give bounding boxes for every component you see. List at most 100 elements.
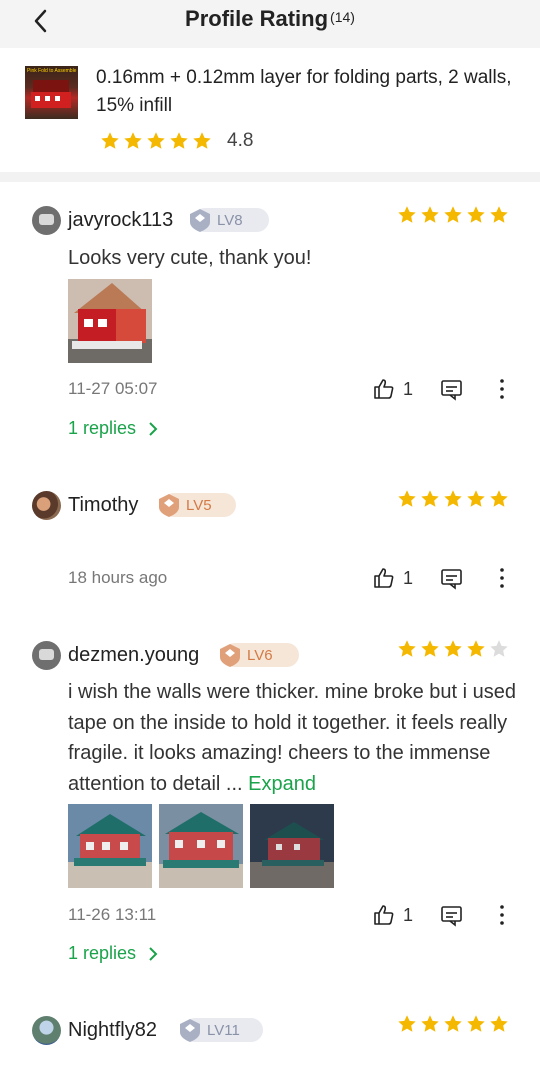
username[interactable]: javyrock113: [68, 209, 173, 232]
level-badge: LV8: [190, 208, 269, 232]
like-button[interactable]: 1: [373, 904, 413, 926]
star-filled-icon: [398, 640, 416, 657]
star-filled-icon: [398, 206, 416, 223]
chevron-right-icon: [149, 421, 158, 436]
rating-score: 4.8: [227, 130, 254, 151]
star-filled-icon: [467, 490, 485, 507]
review-text: Looks very cute, thank you!: [68, 247, 312, 269]
silver-shield-icon: [190, 209, 210, 232]
expand-link[interactable]: Expand: [248, 773, 316, 795]
more-options-button[interactable]: [496, 378, 508, 400]
silver-shield-icon: [180, 1019, 200, 1042]
review-stars: [397, 489, 512, 509]
comment-button[interactable]: [440, 905, 464, 932]
star-filled-icon: [490, 490, 508, 507]
star-filled-icon: [421, 1015, 439, 1032]
replies-label: 1 replies: [68, 418, 137, 438]
star-filled-icon: [193, 132, 211, 149]
review-photos: [68, 804, 338, 888]
level-badge: LV11: [180, 1018, 263, 1042]
review-time: 11-26 13:11: [68, 905, 157, 924]
star-filled-icon: [444, 1015, 462, 1032]
more-vertical-icon: [500, 379, 504, 399]
star-filled-icon: [398, 1015, 416, 1032]
more-vertical-icon: [500, 905, 504, 925]
star-filled-icon: [467, 1015, 485, 1032]
more-options-button[interactable]: [496, 567, 508, 589]
star-filled-icon: [444, 490, 462, 507]
like-count: 1: [403, 904, 414, 925]
thumbs-up-icon: [374, 905, 394, 925]
top-bar: Profile Rating (14): [0, 0, 540, 48]
review-photo[interactable]: [68, 804, 152, 888]
review-item: Nightfly82 LV11: [0, 995, 540, 1071]
review-stars: [397, 1014, 512, 1034]
product-thumbnail-caption: Pink Fold to Assemble: [27, 68, 77, 74]
star-filled-icon: [147, 132, 165, 149]
username[interactable]: dezmen.young: [68, 644, 199, 667]
level-badge: LV5: [159, 493, 236, 517]
comment-icon: [441, 906, 462, 927]
star-filled-icon: [101, 132, 119, 149]
bronze-shield-icon: [220, 644, 240, 667]
review-stars: [397, 205, 512, 225]
thumbs-up-icon: [374, 568, 394, 588]
like-count: 1: [403, 378, 414, 399]
level-label: LV11: [207, 1021, 240, 1039]
review-stars: [397, 639, 512, 659]
review-time: 18 hours ago: [68, 568, 168, 587]
star-filled-icon: [124, 132, 142, 149]
star-filled-icon: [421, 640, 439, 657]
avatar[interactable]: [32, 1016, 61, 1045]
more-options-button[interactable]: [496, 904, 508, 926]
comment-icon: [441, 380, 462, 401]
star-filled-icon: [490, 206, 508, 223]
replies-label: 1 replies: [68, 943, 137, 963]
review-photo[interactable]: [68, 279, 152, 363]
comment-button[interactable]: [440, 379, 464, 406]
bronze-shield-icon: [159, 494, 179, 517]
avatar[interactable]: [32, 491, 61, 520]
replies-link[interactable]: 1 replies: [68, 943, 158, 964]
level-label: LV6: [247, 646, 273, 664]
level-label: LV5: [186, 496, 212, 514]
review-photo[interactable]: [159, 804, 243, 888]
like-button[interactable]: 1: [373, 567, 413, 589]
avatar[interactable]: [32, 206, 61, 235]
like-count: 1: [403, 567, 414, 588]
replies-link[interactable]: 1 replies: [68, 418, 158, 439]
comment-icon: [441, 569, 462, 590]
star-filled-icon: [490, 1015, 508, 1032]
star-filled-icon: [444, 640, 462, 657]
star-filled-icon: [421, 206, 439, 223]
review-item: javyrock113 LV8 Looks very cute, thank y…: [0, 182, 540, 462]
more-vertical-icon: [500, 568, 504, 588]
page-title-text: Profile Rating: [185, 6, 329, 31]
star-filled-icon: [467, 640, 485, 657]
username[interactable]: Nightfly82: [68, 1019, 157, 1042]
username[interactable]: Timothy: [68, 494, 138, 517]
page-title: Profile Rating (14): [0, 6, 540, 32]
star-empty-icon: [490, 640, 508, 657]
product-thumbnail[interactable]: Pink Fold to Assemble: [25, 66, 78, 119]
review-photo[interactable]: [250, 804, 334, 888]
level-label: LV8: [217, 211, 243, 229]
star-filled-icon: [170, 132, 188, 149]
avatar[interactable]: [32, 641, 61, 670]
review-item: dezmen.young LV6 i wish the walls were t…: [0, 620, 540, 980]
review-photos: [68, 279, 368, 363]
product-title: 0.16mm + 0.12mm layer for folding parts,…: [96, 67, 512, 116]
product-summary[interactable]: Pink Fold to Assemble 0.16mm + 0.12mm la…: [0, 48, 540, 182]
review-text: i wish the walls were thicker. mine brok…: [68, 677, 518, 799]
rating-count: (14): [330, 9, 355, 25]
star-filled-icon: [467, 206, 485, 223]
star-filled-icon: [421, 490, 439, 507]
comment-button[interactable]: [440, 568, 464, 595]
product-stars: [100, 131, 215, 151]
like-button[interactable]: 1: [373, 378, 413, 400]
review-item: Timothy LV5 18 hours ago 1: [0, 470, 540, 610]
thumbs-up-icon: [374, 379, 394, 399]
level-badge: LV6: [220, 643, 299, 667]
review-time: 11-27 05:07: [68, 379, 158, 398]
star-filled-icon: [398, 490, 416, 507]
